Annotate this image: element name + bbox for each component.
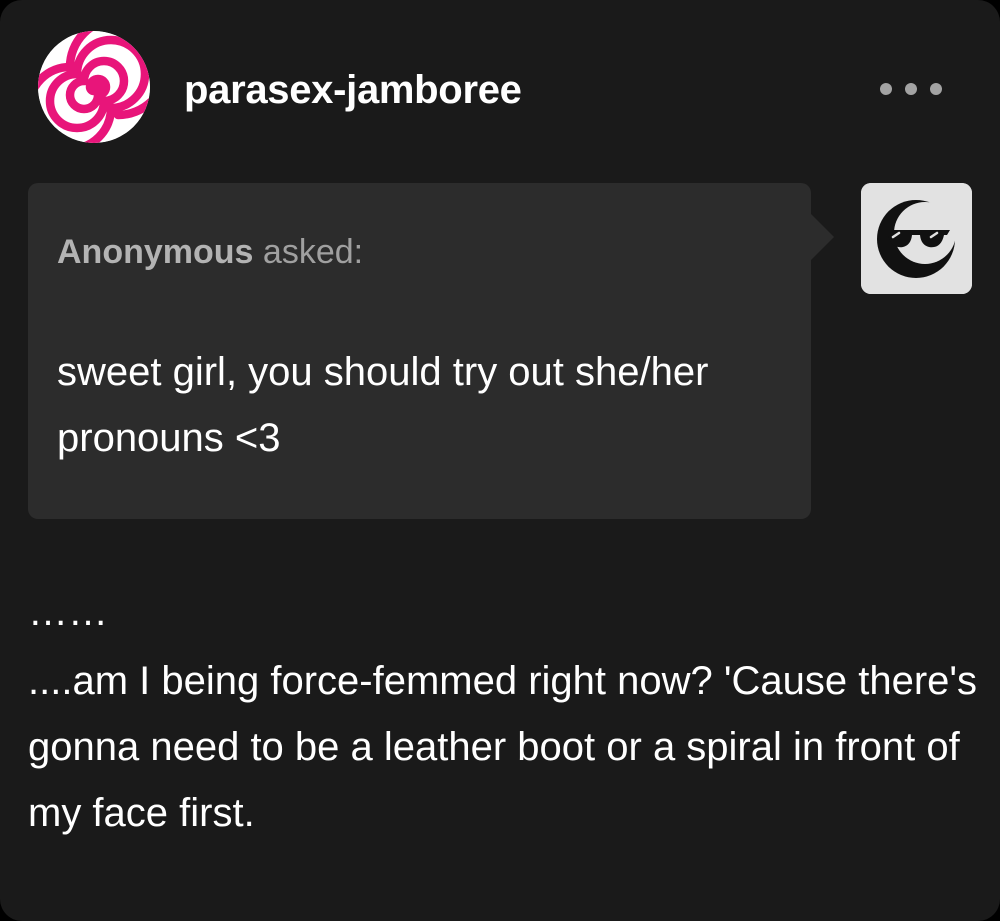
- post-card: parasex-jamboree Anonymous asked: sweet …: [0, 0, 1000, 921]
- ellipsis-dot: [930, 83, 942, 95]
- ellipsis-dot: [905, 83, 917, 95]
- ask-bubble-tail: [810, 213, 834, 261]
- spiral-icon: [38, 31, 150, 143]
- answer-text: ....am I being force-femmed right now? '…: [28, 659, 978, 835]
- more-options-button[interactable]: [880, 76, 942, 102]
- asker-avatar: [861, 183, 972, 294]
- ask-question: sweet girl, you should try out she/her p…: [57, 350, 709, 460]
- answer-ellipsis: ……: [28, 590, 108, 634]
- ellipsis-dot: [880, 83, 892, 95]
- anonymous-sunglasses-icon: [861, 183, 972, 294]
- post-answer: …… ....am I being force-femmed right now…: [28, 590, 978, 846]
- blog-avatar[interactable]: [38, 31, 150, 143]
- asker-name: Anonymous: [57, 233, 254, 271]
- ask-bubble: Anonymous asked: sweet girl, you should …: [28, 183, 811, 519]
- blog-name[interactable]: parasex-jamboree: [184, 64, 522, 116]
- asked-label: asked:: [262, 233, 364, 271]
- asker-line: Anonymous asked:: [57, 231, 363, 273]
